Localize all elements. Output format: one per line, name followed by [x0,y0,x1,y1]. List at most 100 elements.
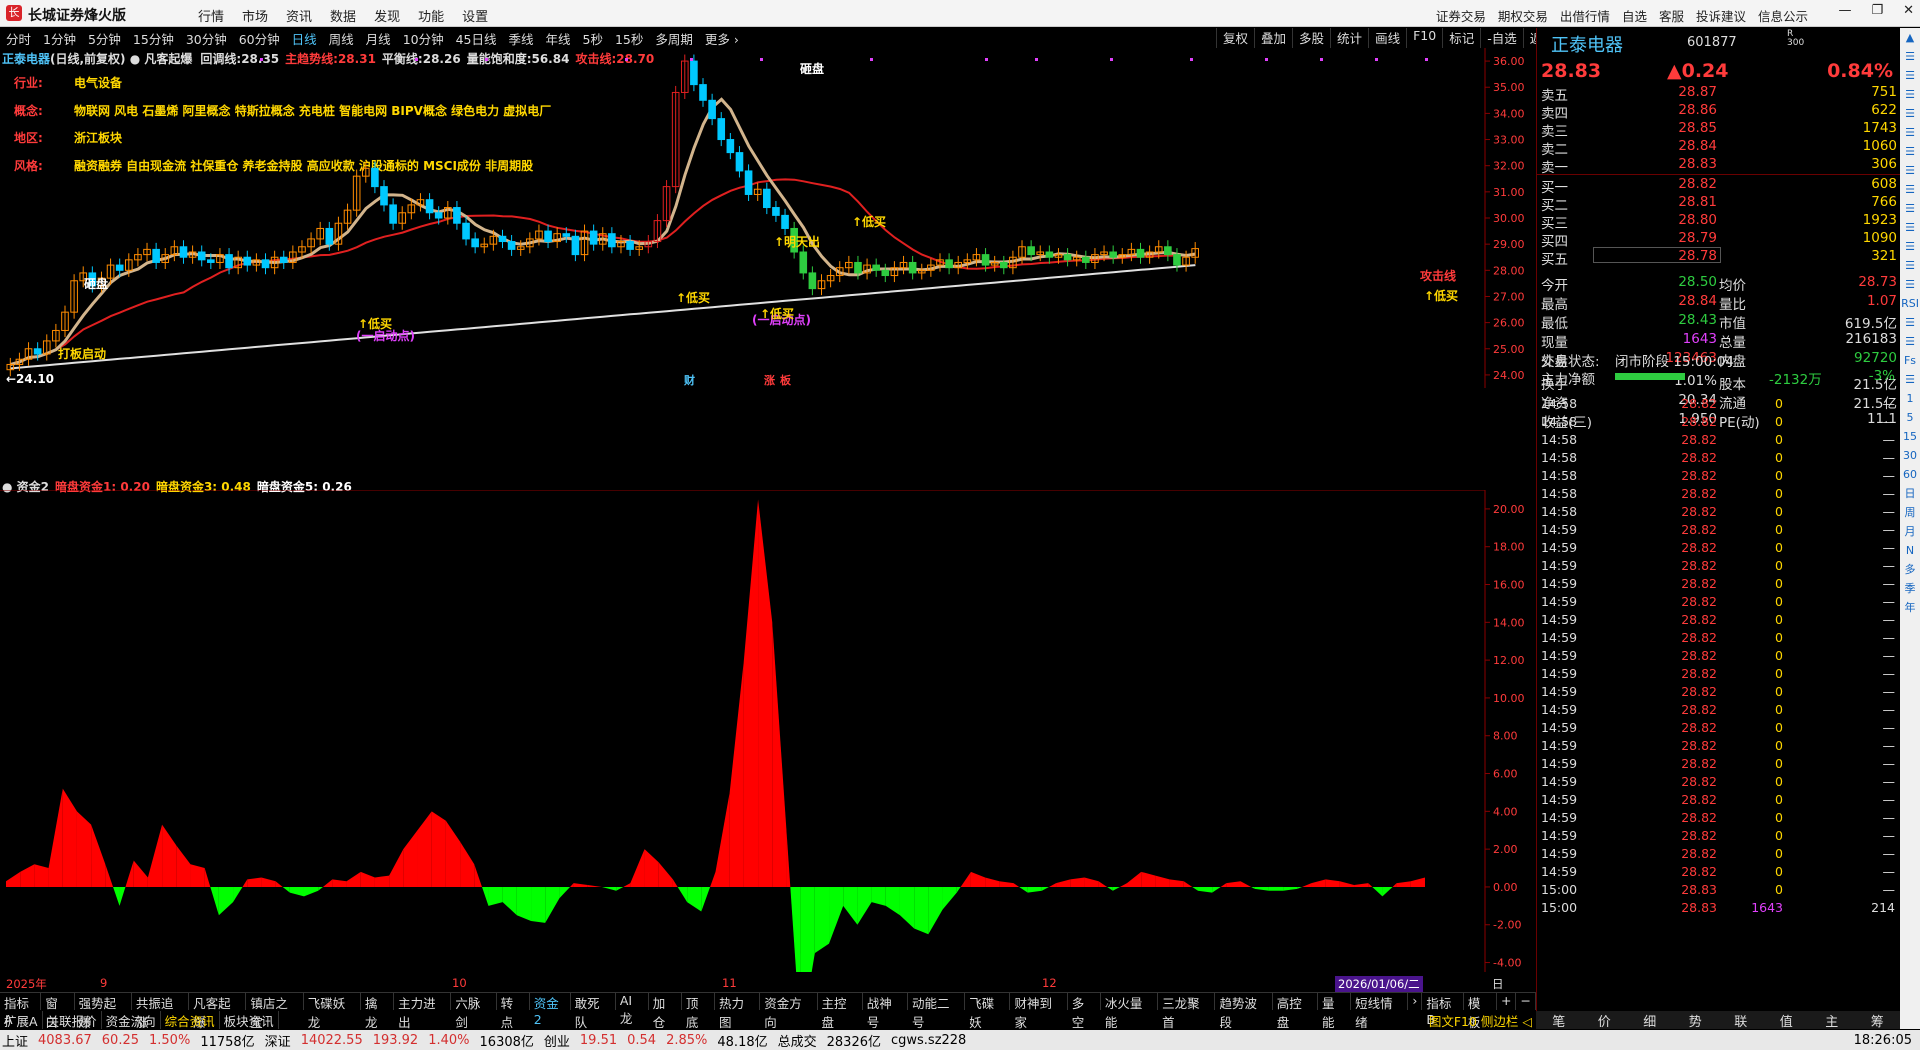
toolbar-icon[interactable]: ☰ [1900,313,1920,332]
indicator-tab[interactable]: 财神到家 [1010,993,1068,1030]
toolbar-icon[interactable]: ☰ [1900,218,1920,237]
menu-item[interactable]: 市场 [242,6,268,25]
toolbar-icon[interactable]: ☰ [1900,142,1920,161]
period-tab[interactable]: 分时 [0,29,37,48]
toolbar-icon[interactable]: 15 [1900,427,1920,446]
indicator-tab[interactable]: 指标A [0,993,42,1027]
toolbar-icon[interactable]: ☰ [1900,161,1920,180]
indicator-tab[interactable]: 共振追涨 [132,993,190,1030]
chart-tool-button[interactable]: 多股 [1292,28,1330,48]
chart-tool-button[interactable]: 标记 [1442,28,1480,48]
chart-tool-button[interactable]: F10 [1406,28,1442,48]
quote-bottom-tab[interactable]: 值 [1764,1011,1810,1030]
indicator-tab[interactable]: 窗口 [41,993,75,1030]
toolbar-icon[interactable]: 60 [1900,465,1920,484]
chart-tool-button[interactable]: 复权 [1216,28,1254,48]
chart-tool-button[interactable]: 统计 [1330,28,1368,48]
quote-bottom-tab[interactable]: 筹 [1855,1011,1901,1030]
toolbar-icon[interactable]: N [1900,541,1920,560]
quote-bottom-tab[interactable]: 联 [1718,1011,1764,1030]
toolbar-icon[interactable]: 年 [1900,598,1920,617]
indicator-tab[interactable]: 战神号 [863,993,908,1030]
quote-bottom-tab[interactable]: 势 [1673,1011,1719,1030]
toolbar-icon[interactable]: 周 [1900,503,1920,522]
period-tab[interactable]: 5秒 [577,29,609,48]
menu-item[interactable]: 功能 [418,6,444,25]
period-tab[interactable]: 60分钟 [233,29,286,48]
toolbar-icon[interactable]: ☰ [1900,370,1920,389]
right-menu-item[interactable]: 证券交易 [1436,6,1486,25]
toolbar-icon[interactable]: ☰ [1900,256,1920,275]
toolbar-icon[interactable]: ☰ [1900,123,1920,142]
indicator-tab[interactable]: 短线情绪 [1351,993,1409,1030]
indicator-tab[interactable]: 强势起爆 [75,993,132,1030]
window-control-button[interactable]: ❐ [1871,3,1883,18]
right-menu-item[interactable]: 信息公示 [1758,6,1808,25]
menu-item[interactable]: 设置 [462,6,488,25]
indicator-tab[interactable]: 擒龙 [361,993,395,1030]
indicator-tab[interactable]: 六脉剑 [451,993,497,1030]
toolbar-icon[interactable]: 季 [1900,579,1920,598]
indicator-tab[interactable]: 主控盘 [818,993,863,1030]
quote-bottom-tab[interactable]: 细 [1627,1011,1673,1030]
chart-tool-button[interactable]: 叠加 [1254,28,1292,48]
right-menu-item[interactable]: 客服 [1659,6,1684,25]
kline-chart[interactable]: 36.00 35.00 34.00 33.00 32.00 31.00 30.00 29.00… [0,48,1536,388]
period-tab[interactable]: 日线 [286,29,323,48]
indicator-tab[interactable]: 顶底 [682,993,716,1030]
period-tab[interactable]: 15分钟 [127,29,180,48]
window-control-button[interactable]: ✕ [1903,3,1914,18]
indicator-tab[interactable]: 转点 [497,993,530,1030]
toolbar-icon[interactable]: RSI [1900,294,1920,313]
quote-bottom-tab[interactable]: 价 [1582,1011,1628,1030]
indicator-tab[interactable]: 飞碟妖 [965,993,1011,1030]
indicator-tab[interactable]: 动能二号 [908,993,966,1030]
indicator-tab[interactable]: AI龙 [616,993,649,1026]
period-tab[interactable]: 10分钟 [397,29,450,48]
extension-tab[interactable]: 综合资讯 [161,1011,220,1029]
period-tab[interactable]: 多周期 [649,29,699,48]
toolbar-icon[interactable]: 多 [1900,560,1920,579]
chart-tool-button[interactable]: -自选 [1480,28,1523,48]
toolbar-icon[interactable]: Fs [1900,351,1920,370]
toolbar-icon[interactable]: 日 [1900,484,1920,503]
window-control-button[interactable]: — [1838,3,1851,18]
right-menu-item[interactable]: 期权交易 [1498,6,1548,25]
indicator-tab[interactable]: 多空 [1068,993,1101,1030]
extension-tab[interactable]: 板块资讯 [220,1011,279,1029]
period-tab[interactable]: 45日线 [450,29,503,48]
indicator-tab[interactable]: 高控盘 [1273,993,1318,1030]
toolbar-icon[interactable]: 5 [1900,408,1920,427]
indicator-tab[interactable]: 主力进出 [394,993,452,1030]
chart-tool-button[interactable]: 画线 [1368,28,1406,48]
period-tab[interactable]: 5分钟 [82,29,127,48]
indicator-tab[interactable]: 资金方向 [760,993,818,1030]
indicator-tab[interactable]: 冰火量能 [1101,993,1159,1030]
indicator-tab[interactable]: 敢死队 [571,993,616,1030]
toolbar-icon[interactable]: ☰ [1900,199,1920,218]
period-tab[interactable]: 1分钟 [37,29,82,48]
extension-tab[interactable]: 资金流向 [102,1011,161,1029]
capital-flow-chart[interactable]: 20.00 18.00 16.00 14.00 12.00 10.00 8.00 6.00 4.… [0,490,1536,972]
period-tab[interactable]: 30分钟 [180,29,233,48]
indicator-tab[interactable]: 三龙聚首 [1158,993,1216,1030]
indicator-tab[interactable]: 模板 [1464,993,1497,1030]
toolbar-icon[interactable]: ☰ [1900,47,1920,66]
f10-sidebar-toggle[interactable]: 图文F10 侧边栏 ◁ [1425,1011,1536,1029]
indicator-tab[interactable]: 镇店之宝 [246,993,304,1030]
quote-bottom-tab[interactable]: 笔 [1536,1011,1582,1030]
toolbar-icon[interactable]: ☰ [1900,332,1920,351]
toolbar-icon[interactable]: ☰ [1900,275,1920,294]
period-tab[interactable]: 15秒 [609,29,649,48]
indicator-tab[interactable]: 飞碟妖龙 [304,993,361,1030]
period-tab[interactable]: 月线 [360,29,397,48]
extension-tab[interactable]: 扩展A [0,1011,43,1029]
indicator-tab[interactable]: 凡客起爆 [189,993,247,1030]
period-tab[interactable]: 年线 [540,29,577,48]
indicator-tab[interactable]: › [1408,993,1423,1010]
quote-bottom-tab[interactable]: 主 [1809,1011,1855,1030]
period-tab[interactable]: 周线 [323,29,360,48]
toolbar-icon[interactable]: 月 [1900,522,1920,541]
menu-item[interactable]: 发现 [374,6,400,25]
toolbar-icon[interactable]: ▲ [1900,28,1920,47]
